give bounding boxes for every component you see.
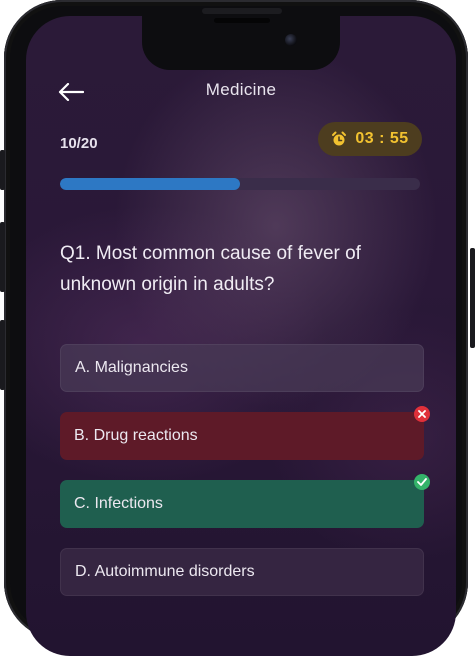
progress-bar: [60, 178, 420, 190]
check-circle-icon: [414, 474, 430, 490]
silent-switch: [0, 150, 5, 190]
option-b[interactable]: B. Drug reactions: [60, 406, 430, 460]
notch: [142, 16, 340, 70]
progress-fill: [60, 178, 240, 190]
option-c[interactable]: C. Infections: [60, 474, 430, 528]
timer-text: 03 : 55: [355, 130, 409, 147]
x-circle-icon: [414, 406, 430, 422]
option-label: D. Autoimmune disorders: [75, 563, 255, 580]
option-label: C. Infections: [74, 495, 163, 512]
earpiece-speaker: [214, 18, 270, 23]
option-label: B. Drug reactions: [74, 427, 198, 444]
alarm-clock-icon: [332, 131, 347, 146]
option-d[interactable]: D. Autoimmune disorders: [60, 548, 424, 596]
option-label: A. Malignancies: [75, 359, 188, 376]
phone-frame: Medicine 10/20 03 : 55 Q1. Most common c…: [4, 0, 468, 656]
power-button: [470, 248, 475, 348]
question-text: Q1. Most common cause of fever of unknow…: [60, 243, 361, 295]
front-camera: [285, 34, 297, 46]
option-a[interactable]: A. Malignancies: [60, 344, 424, 392]
page-title: Medicine: [205, 80, 277, 99]
app-screen: Medicine 10/20 03 : 55 Q1. Most common c…: [26, 16, 456, 656]
top-speaker-grille: [202, 8, 282, 14]
volume-down-button: [0, 320, 5, 390]
timer-badge: 03 : 55: [318, 122, 422, 156]
question-counter: 10/20: [60, 135, 98, 152]
volume-up-button: [0, 222, 5, 292]
